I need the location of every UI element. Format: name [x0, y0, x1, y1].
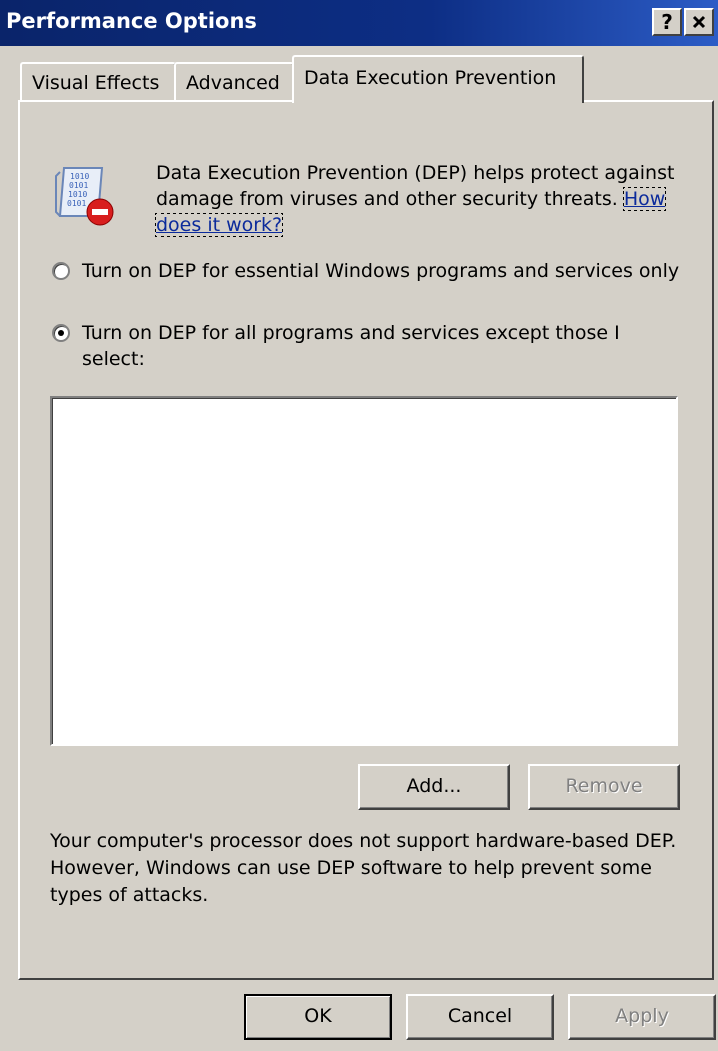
radio-button[interactable] — [52, 262, 70, 280]
apply-button[interactable]: Apply — [568, 994, 716, 1040]
cancel-button-label: Cancel — [447, 1005, 513, 1027]
svg-text:1010: 1010 — [70, 172, 89, 181]
svg-text:0101: 0101 — [69, 181, 88, 190]
radio-button[interactable] — [52, 324, 70, 342]
help-icon: ? — [661, 10, 673, 34]
tab-data-execution-prevention[interactable]: Data Execution Prevention — [292, 55, 584, 103]
add-button-label: Add... — [406, 775, 462, 797]
close-button[interactable] — [684, 8, 714, 36]
tab-label: Advanced — [186, 72, 280, 94]
processor-note: Your computer's processor does not suppo… — [50, 830, 677, 906]
title-bar: Performance Options ? — [0, 0, 718, 46]
dep-intro-text: Data Execution Prevention (DEP) helps pr… — [156, 162, 675, 210]
ok-button-label: OK — [304, 1005, 332, 1027]
help-button[interactable]: ? — [652, 8, 682, 36]
tab-label: Data Execution Prevention — [304, 67, 557, 89]
radio-selected-dot — [58, 330, 64, 336]
close-icon — [692, 15, 706, 29]
tab-label: Visual Effects — [32, 72, 160, 94]
radio-label: Turn on DEP for all programs and service… — [82, 322, 620, 370]
apply-button-label: Apply — [615, 1005, 669, 1027]
tab-panel: 1010 0101 1010 0101 Data Execution Preve… — [18, 100, 714, 980]
cancel-button[interactable]: Cancel — [406, 994, 554, 1040]
ok-button[interactable]: OK — [244, 994, 392, 1040]
window-title: Performance Options — [6, 9, 257, 33]
remove-button-label: Remove — [565, 775, 643, 797]
tab-advanced[interactable]: Advanced — [174, 62, 294, 102]
dep-description: Data Execution Prevention (DEP) helps pr… — [154, 160, 676, 238]
radio-label: Turn on DEP for essential Windows progra… — [82, 260, 680, 282]
add-button[interactable]: Add... — [358, 764, 510, 810]
exception-program-list[interactable] — [50, 396, 678, 746]
svg-text:1010: 1010 — [68, 190, 87, 199]
svg-text:0101: 0101 — [67, 199, 86, 208]
tab-visual-effects[interactable]: Visual Effects — [20, 62, 176, 102]
remove-button[interactable]: Remove — [528, 764, 680, 810]
dep-shield-binary-icon: 1010 0101 1010 0101 — [55, 167, 114, 226]
